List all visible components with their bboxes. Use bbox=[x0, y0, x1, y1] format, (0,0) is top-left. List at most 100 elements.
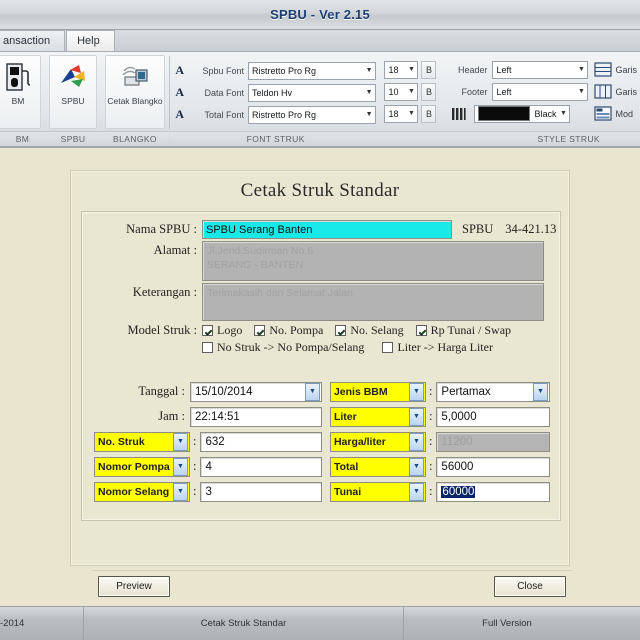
harga-liter-input[interactable]: 11200 bbox=[436, 432, 550, 452]
checkbox-logo-box[interactable] bbox=[202, 325, 213, 336]
liter-input[interactable]: 5,0000 bbox=[436, 407, 550, 427]
row-nomor-selang: Nomor Selang ▼ : 3 bbox=[94, 480, 322, 503]
tunai-input[interactable]: 60000 bbox=[436, 482, 550, 502]
form-group-box: Nama SPBU : SPBU Serang Banten SPBU34-42… bbox=[81, 211, 561, 521]
font-row-total: A Total Font Ristretto Pro Rg ▼ bbox=[175, 105, 376, 125]
model-struk-label: Model Struk : bbox=[82, 323, 202, 338]
chevron-down-icon[interactable]: ▼ bbox=[305, 383, 320, 401]
chevron-down-icon[interactable]: ▼ bbox=[363, 85, 375, 101]
tab-transaction[interactable]: ansaction bbox=[0, 30, 65, 51]
liter-combo[interactable]: Liter ▼ bbox=[330, 407, 426, 427]
chevron-down-icon[interactable]: ▼ bbox=[557, 106, 569, 122]
alamat-input[interactable]: Jl.Jend.Sudirman No.6 SERANG - BANTEN bbox=[202, 241, 544, 281]
checkbox-no-struk-pompa-selang[interactable]: No Struk -> No Pompa/Selang bbox=[202, 340, 364, 355]
chevron-down-icon[interactable]: ▼ bbox=[405, 84, 417, 100]
nomor-selang-input[interactable]: 3 bbox=[200, 482, 321, 502]
checkbox-no-struk-pompa-selang-box[interactable] bbox=[202, 342, 213, 353]
checkbox-liter-harga-liter-box[interactable] bbox=[382, 342, 393, 353]
total-bold-button[interactable]: B bbox=[421, 105, 436, 123]
spbu-font-size-value: 18 bbox=[388, 65, 405, 75]
chevron-down-icon[interactable]: ▼ bbox=[575, 84, 587, 100]
font-a-icon: A bbox=[175, 85, 184, 100]
nomor-selang-combo[interactable]: Nomor Selang ▼ bbox=[94, 482, 190, 502]
spbu-font-combo[interactable]: Ristretto Pro Rg ▼ bbox=[248, 62, 376, 80]
close-button[interactable]: Close bbox=[494, 576, 566, 597]
data-font-combo[interactable]: Teldon Hv ▼ bbox=[248, 84, 376, 102]
total-label: Total bbox=[334, 461, 409, 473]
table-model-icon bbox=[594, 106, 612, 121]
checkbox-liter-harga-liter[interactable]: Liter -> Harga Liter bbox=[382, 340, 493, 355]
jenis-bbm-value: Pertamax bbox=[441, 386, 490, 398]
spbu-bold-button[interactable]: B bbox=[421, 61, 436, 79]
chevron-down-icon[interactable]: ▼ bbox=[409, 483, 424, 501]
chevron-down-icon[interactable]: ▼ bbox=[363, 63, 375, 79]
colon-separator: : bbox=[193, 459, 196, 474]
chevron-down-icon[interactable]: ▼ bbox=[409, 433, 424, 451]
checkbox-no-selang-box[interactable] bbox=[335, 325, 346, 336]
checkbox-no-selang[interactable]: No. Selang bbox=[335, 323, 403, 338]
preview-button[interactable]: Preview bbox=[98, 576, 170, 597]
no-struk-combo[interactable]: No. Struk ▼ bbox=[94, 432, 190, 452]
mode-item[interactable]: Mod bbox=[594, 103, 637, 125]
chevron-down-icon[interactable]: ▼ bbox=[409, 408, 424, 426]
total-font-size-combo[interactable]: 18 ▼ bbox=[384, 105, 418, 123]
nomor-pompa-input[interactable]: 4 bbox=[200, 457, 321, 477]
jenis-bbm-combo[interactable]: Jenis BBM ▼ bbox=[330, 382, 426, 402]
harga-liter-combo[interactable]: Harga/liter ▼ bbox=[330, 432, 426, 452]
checkbox-no-pompa-label: No. Pompa bbox=[269, 323, 323, 338]
harga-liter-value: 11200 bbox=[441, 436, 472, 448]
chevron-down-icon[interactable]: ▼ bbox=[173, 433, 188, 451]
jenis-bbm-input[interactable]: Pertamax ▼ bbox=[436, 382, 550, 402]
tanggal-label: Tanggal : bbox=[94, 384, 190, 399]
colon-separator: : bbox=[429, 434, 432, 449]
table-lines-icon bbox=[594, 84, 612, 99]
no-struk-input[interactable]: 632 bbox=[200, 432, 321, 452]
bars-icon bbox=[448, 107, 474, 121]
chevron-down-icon[interactable]: ▼ bbox=[173, 483, 188, 501]
jam-input[interactable]: 22:14:51 bbox=[190, 407, 322, 427]
chevron-down-icon[interactable]: ▼ bbox=[405, 62, 417, 78]
checkbox-no-pompa[interactable]: No. Pompa bbox=[254, 323, 323, 338]
bbm-button[interactable]: BM bbox=[0, 55, 41, 129]
chevron-down-icon[interactable]: ▼ bbox=[533, 383, 548, 401]
chevron-down-icon[interactable]: ▼ bbox=[173, 458, 188, 476]
transaction-grid: Tanggal : 15/10/2014 ▼ Jam : 22:14:51 bbox=[94, 380, 550, 505]
checkbox-rp-tunai-swap[interactable]: Rp Tunai / Swap bbox=[416, 323, 511, 338]
data-bold-button[interactable]: B bbox=[421, 83, 436, 101]
chevron-down-icon[interactable]: ▼ bbox=[409, 458, 424, 476]
font-row-data: A Data Font Teldon Hv ▼ bbox=[175, 83, 376, 103]
status-right: Full Version bbox=[404, 607, 640, 640]
chevron-down-icon[interactable]: ▼ bbox=[409, 383, 424, 401]
checkbox-logo-label: Logo bbox=[217, 323, 242, 338]
checkbox-logo[interactable]: Logo bbox=[202, 323, 242, 338]
checkbox-no-pompa-box[interactable] bbox=[254, 325, 265, 336]
garis-item-1[interactable]: Garis bbox=[594, 59, 637, 81]
spbu-font-value: Ristretto Pro Rg bbox=[252, 66, 363, 76]
spbu-font-size-combo[interactable]: 18 ▼ bbox=[384, 61, 418, 79]
data-font-size-combo[interactable]: 10 ▼ bbox=[384, 83, 418, 101]
chevron-down-icon[interactable]: ▼ bbox=[405, 106, 417, 122]
total-font-combo[interactable]: Ristretto Pro Rg ▼ bbox=[248, 106, 376, 124]
cetak-blangko-button[interactable]: Cetak Blangko bbox=[105, 55, 165, 129]
nama-spbu-input[interactable]: SPBU Serang Banten bbox=[202, 220, 452, 239]
color-combo[interactable]: Black ▼ bbox=[474, 105, 570, 123]
total-input[interactable]: 56000 bbox=[436, 457, 550, 477]
checkbox-liter-harga-liter-label: Liter -> Harga Liter bbox=[397, 340, 493, 355]
header-align-combo[interactable]: Left ▼ bbox=[492, 61, 588, 79]
total-combo[interactable]: Total ▼ bbox=[330, 457, 426, 477]
chevron-down-icon[interactable]: ▼ bbox=[363, 107, 375, 123]
liter-value: 5,0000 bbox=[441, 411, 476, 423]
model-struk-checkbox-row-2-wrapper: No Struk -> No Pompa/Selang Liter -> Har… bbox=[82, 340, 560, 355]
ribbon-group-bbm-caption: BM bbox=[0, 131, 45, 146]
garis-item-2[interactable]: Garis bbox=[594, 81, 637, 103]
checkbox-rp-tunai-swap-box[interactable] bbox=[416, 325, 427, 336]
tanggal-input[interactable]: 15/10/2014 ▼ bbox=[190, 382, 322, 402]
footer-align-combo[interactable]: Left ▼ bbox=[492, 83, 588, 101]
tunai-combo[interactable]: Tunai ▼ bbox=[330, 482, 426, 502]
jam-value: 22:14:51 bbox=[195, 411, 240, 423]
keterangan-input[interactable]: Terimakasih dan Selamat Jalan bbox=[202, 283, 544, 321]
chevron-down-icon[interactable]: ▼ bbox=[575, 62, 587, 78]
spbu-button[interactable]: SPBU bbox=[49, 55, 97, 129]
nomor-pompa-combo[interactable]: Nomor Pompa ▼ bbox=[94, 457, 190, 477]
tab-help[interactable]: Help bbox=[66, 30, 115, 51]
